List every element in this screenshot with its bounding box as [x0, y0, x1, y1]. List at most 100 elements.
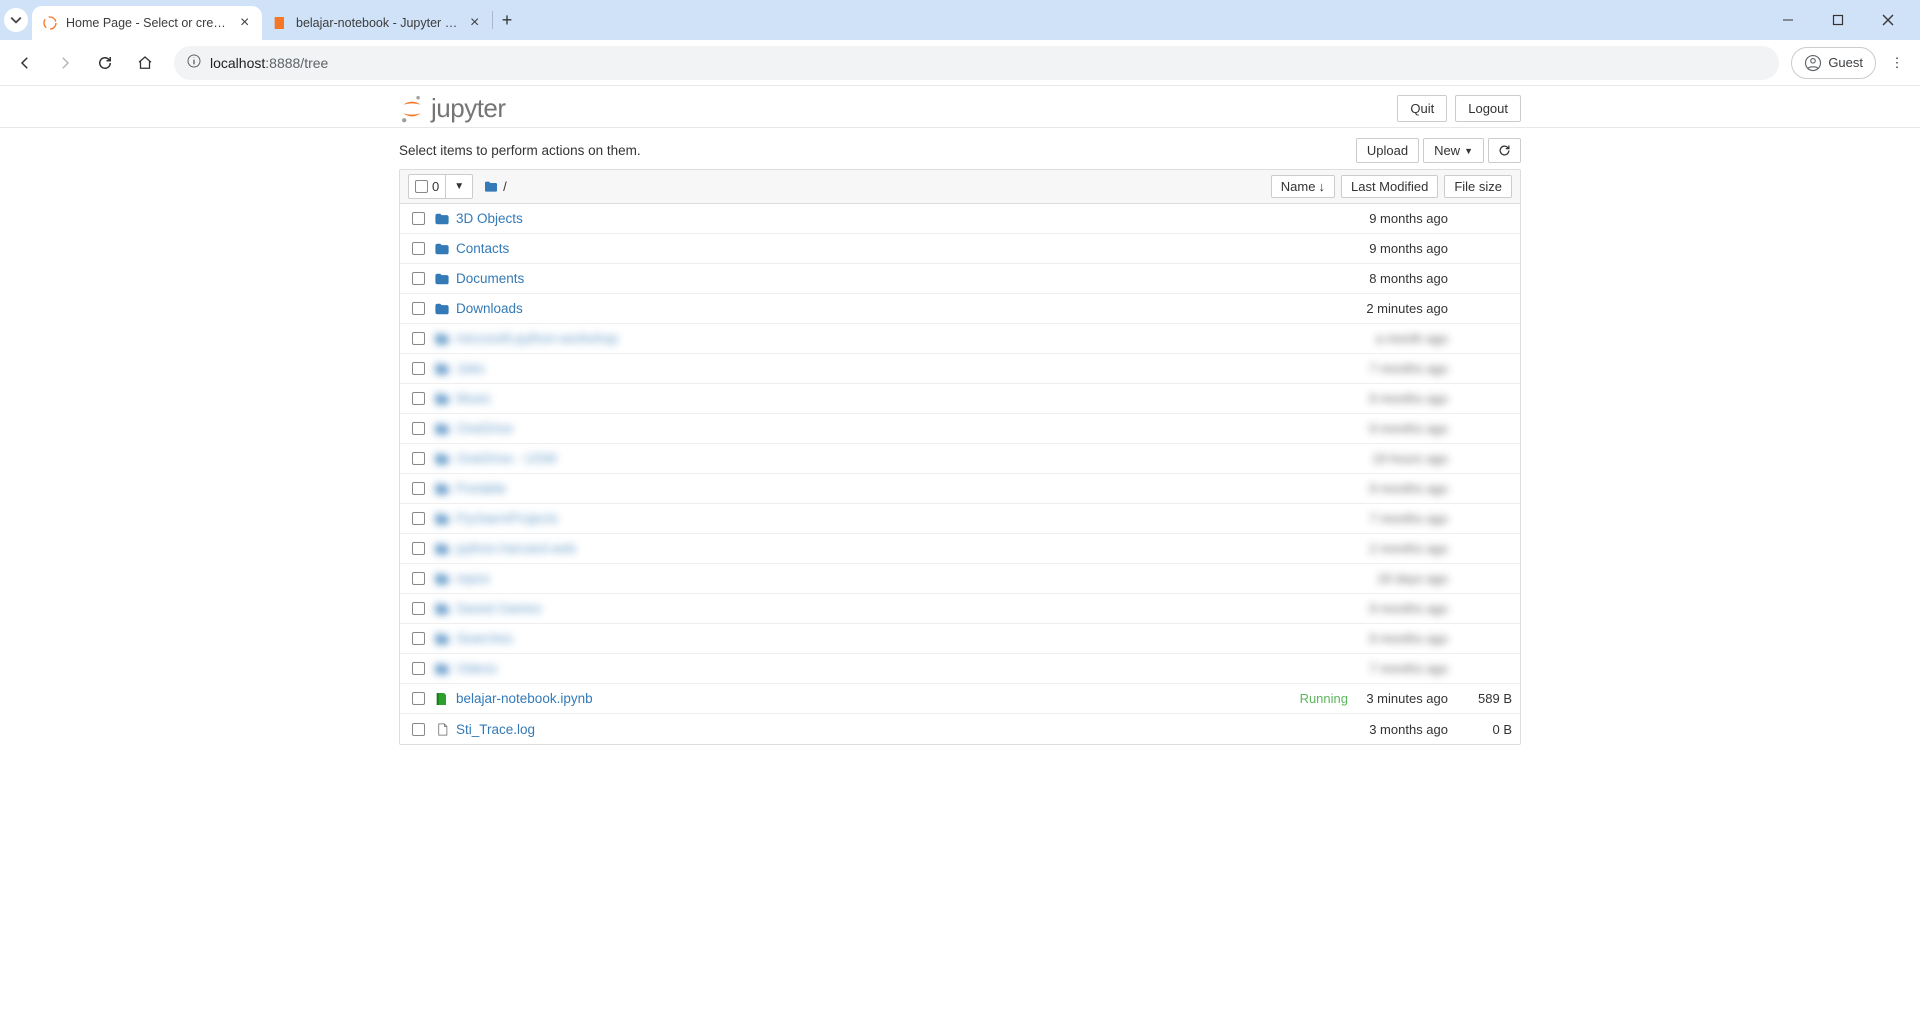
sort-name-button[interactable]: Name ↓ [1271, 175, 1335, 198]
row-checkbox[interactable] [412, 482, 425, 495]
row-modified: 18 days ago [1352, 571, 1452, 586]
row-name[interactable]: Saved Games [456, 601, 542, 616]
maximize-button[interactable] [1818, 4, 1858, 36]
select-all-control[interactable]: 0 ▼ [408, 174, 473, 199]
row-checkbox[interactable] [412, 542, 425, 555]
folder-icon [434, 451, 450, 467]
list-item: Sti_Trace.log3 months ago0 B [400, 714, 1520, 744]
row-checkbox[interactable] [412, 602, 425, 615]
row-checkbox[interactable] [412, 662, 425, 675]
row-name[interactable]: OneDrive - UGM [456, 451, 557, 466]
list-item: Music9 months ago [400, 384, 1520, 414]
row-name[interactable]: OneDrive [456, 421, 513, 436]
row-name[interactable]: belajar-notebook.ipynb [456, 691, 593, 706]
breadcrumb[interactable]: / [483, 179, 507, 195]
browser-tab-strip: Home Page - Select or create a × belajar… [0, 0, 1920, 40]
row-checkbox[interactable] [412, 212, 425, 225]
row-name[interactable]: Videos [456, 661, 497, 676]
row-name[interactable]: Searches [456, 631, 513, 646]
row-modified: 9 months ago [1352, 631, 1452, 646]
close-window-button[interactable] [1868, 4, 1908, 36]
row-checkbox[interactable] [412, 362, 425, 375]
row-name[interactable]: python-harvard-web [456, 541, 576, 556]
jupyter-logo[interactable]: jupyter [399, 93, 506, 124]
tab-title: Home Page - Select or create a [66, 16, 232, 30]
row-name[interactable]: Portable [456, 481, 506, 496]
file-icon [435, 722, 450, 737]
list-item: OneDrive - UGM 19 hours ago [400, 444, 1520, 474]
folder-icon [434, 631, 450, 647]
address-bar: localhost:8888/tree Guest ⋮ [0, 40, 1920, 86]
row-checkbox[interactable] [412, 632, 425, 645]
row-name[interactable]: Contacts [456, 241, 509, 256]
row-checkbox[interactable] [412, 723, 425, 736]
jupyter-logo-icon [399, 94, 425, 124]
row-checkbox[interactable] [412, 242, 425, 255]
folder-icon [434, 601, 450, 617]
row-modified: 19 hours ago [1352, 451, 1452, 466]
row-checkbox[interactable] [412, 332, 425, 345]
chevron-down-icon: ▼ [1464, 146, 1473, 156]
row-checkbox[interactable] [412, 392, 425, 405]
tabs-dropdown[interactable] [4, 8, 32, 32]
refresh-button[interactable] [1488, 138, 1521, 163]
list-item: Saved Games 9 months ago [400, 594, 1520, 624]
row-name[interactable]: 3D Objects [456, 211, 523, 226]
close-icon[interactable]: × [470, 14, 482, 32]
forward-button[interactable] [48, 46, 82, 80]
row-name[interactable]: Music [456, 391, 491, 406]
home-button[interactable] [128, 46, 162, 80]
list-item: Downloads 2 minutes ago [400, 294, 1520, 324]
row-modified: 9 months ago [1352, 421, 1452, 436]
list-item: 3D Objects9 months ago [400, 204, 1520, 234]
row-checkbox[interactable] [412, 302, 425, 315]
row-checkbox[interactable] [412, 692, 425, 705]
close-icon[interactable]: × [240, 14, 252, 32]
new-dropdown[interactable]: New▼ [1423, 138, 1484, 163]
site-info-icon[interactable] [186, 53, 202, 72]
row-name[interactable]: Documents [456, 271, 524, 286]
row-checkbox[interactable] [412, 512, 425, 525]
browser-menu-button[interactable]: ⋮ [1882, 55, 1912, 71]
tab-belajar-notebook[interactable]: belajar-notebook - Jupyter Not × [262, 6, 492, 40]
row-name[interactable]: Sti_Trace.log [456, 722, 535, 737]
sort-modified-button[interactable]: Last Modified [1341, 175, 1438, 198]
row-modified: 3 minutes ago [1352, 691, 1452, 706]
profile-guest-button[interactable]: Guest [1791, 47, 1876, 79]
tab-title: belajar-notebook - Jupyter Not [296, 16, 462, 30]
chevron-down-icon[interactable]: ▼ [446, 177, 472, 196]
row-checkbox[interactable] [412, 452, 425, 465]
row-name[interactable]: Downloads [456, 301, 523, 316]
list-item: OneDrive 9 months ago [400, 414, 1520, 444]
url-input[interactable]: localhost:8888/tree [174, 46, 1779, 80]
row-checkbox[interactable] [412, 572, 425, 585]
list-item: PycharmProjects7 months ago [400, 504, 1520, 534]
upload-button[interactable]: Upload [1356, 138, 1419, 163]
list-item: python-harvard-web2 months ago [400, 534, 1520, 564]
logout-button[interactable]: Logout [1455, 95, 1521, 122]
row-size: 589 B [1452, 691, 1512, 706]
reload-button[interactable] [88, 46, 122, 80]
select-all-checkbox[interactable] [415, 180, 428, 193]
tab-home-page[interactable]: Home Page - Select or create a × [32, 6, 262, 40]
sort-size-button[interactable]: File size [1444, 175, 1512, 198]
list-item: Contacts9 months ago [400, 234, 1520, 264]
row-modified: 2 minutes ago [1352, 301, 1452, 316]
row-name[interactable]: PycharmProjects [456, 511, 558, 526]
row-size: 0 B [1452, 722, 1512, 737]
new-tab-button[interactable]: + [493, 10, 521, 31]
row-checkbox[interactable] [412, 422, 425, 435]
notebook-running-icon [434, 691, 450, 707]
folder-icon [434, 241, 450, 257]
row-name[interactable]: microsoft-python-workshop [456, 331, 618, 346]
folder-icon [434, 391, 450, 407]
row-checkbox[interactable] [412, 272, 425, 285]
minimize-button[interactable] [1768, 4, 1808, 36]
row-modified: 9 months ago [1352, 601, 1452, 616]
back-button[interactable] [8, 46, 42, 80]
list-item: belajar-notebook.ipynbRunning3 minutes a… [400, 684, 1520, 714]
quit-button[interactable]: Quit [1397, 95, 1447, 122]
row-name[interactable]: Jobs [456, 361, 485, 376]
row-name[interactable]: repos [456, 571, 490, 586]
page-scroll-area[interactable]: jupyter Quit Logout Select items to perf… [0, 86, 1920, 1030]
